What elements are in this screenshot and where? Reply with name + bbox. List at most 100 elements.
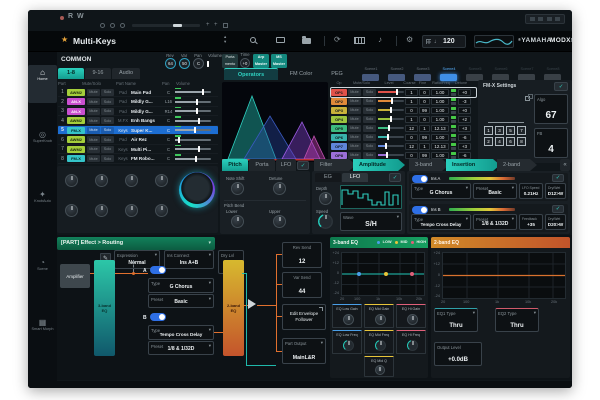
sidebar-item-scene[interactable]: ◔Scene bbox=[28, 255, 57, 289]
device-monitor-icon[interactable] bbox=[276, 37, 285, 43]
op-mute-button[interactable]: Mute bbox=[348, 116, 361, 123]
ins-b-chain-toggle[interactable] bbox=[150, 313, 166, 321]
part-volume-slider[interactable] bbox=[175, 129, 211, 131]
operator-row-1[interactable]: OP1 MuteSolo 1 0 1.00 +0 bbox=[331, 88, 476, 97]
op-solo-button[interactable]: Solo bbox=[363, 116, 376, 123]
tab-amplitude[interactable]: Amplitude bbox=[353, 159, 405, 171]
tab-audio[interactable]: Audio bbox=[112, 68, 140, 79]
operator-row-2[interactable]: OP2 MuteSolo 1 0 1.00 -3 bbox=[331, 97, 476, 106]
feedback-field[interactable]: FB 4 bbox=[534, 128, 568, 158]
amplitude-check-button[interactable]: ✓ bbox=[389, 173, 401, 182]
op-level-slider[interactable] bbox=[378, 100, 404, 102]
coarse-field[interactable]: 12 bbox=[405, 143, 418, 150]
routing-3band-eq-block[interactable]: 3-band EQ bbox=[94, 260, 115, 356]
eq-mid-handle[interactable] bbox=[384, 272, 388, 276]
music-note-icon[interactable]: ♪ bbox=[378, 35, 382, 44]
fine-field[interactable]: 0 bbox=[419, 89, 430, 96]
tab-filter[interactable]: Filter bbox=[314, 159, 356, 171]
common-label[interactable]: COMMON bbox=[61, 56, 91, 63]
pitch-check-button[interactable]: ✓ bbox=[297, 161, 309, 170]
solo-button[interactable]: Solo bbox=[101, 146, 114, 153]
mute-button[interactable]: Mute bbox=[87, 89, 100, 96]
op-solo-button[interactable]: Solo bbox=[363, 107, 376, 114]
fmx-enable-check-button[interactable]: ✓ bbox=[554, 82, 568, 91]
pan-value[interactable]: C bbox=[162, 90, 175, 95]
tab-2band[interactable]: 2-band bbox=[497, 159, 537, 171]
portamento-button[interactable]: Portamento bbox=[222, 54, 238, 68]
sidebar-item-knobauto[interactable]: ✦KnobAuto bbox=[28, 187, 57, 221]
op-mute-button[interactable]: Mute bbox=[348, 125, 361, 132]
fine-field[interactable]: 1 bbox=[419, 143, 430, 150]
chain-a-preset-select[interactable]: Preset▾Basic bbox=[148, 294, 214, 308]
part-row-1[interactable]: 1 AWM2 Mute Solo Pad Main Pad C bbox=[58, 88, 218, 97]
detune-field[interactable]: +3 bbox=[458, 143, 471, 150]
operator-row-4[interactable]: OP4 MuteSolo 1 0 1.00 +2 bbox=[331, 115, 476, 124]
op-mute-button[interactable]: Mute bbox=[348, 152, 361, 159]
tab-operators[interactable]: Operators bbox=[224, 68, 278, 80]
ratio-mode-toggle[interactable] bbox=[451, 125, 456, 132]
part-volume-slider[interactable] bbox=[175, 110, 211, 112]
solo-button[interactable]: Solo bbox=[101, 117, 114, 124]
ins-a-check-button[interactable]: ✓ bbox=[552, 174, 564, 182]
eq-hi-gain-knob[interactable]: EQ Hi Gain bbox=[396, 304, 426, 328]
op-level-slider[interactable] bbox=[378, 145, 404, 147]
routing-header-select[interactable]: [PART] Effect > Routing ▾ bbox=[57, 237, 215, 250]
solo-button[interactable]: Solo bbox=[101, 108, 114, 115]
detune-field[interactable]: -6 bbox=[458, 134, 471, 141]
chain-b-type-select[interactable]: Type▾Tempo Cross Delay bbox=[148, 325, 214, 340]
op-mute-button[interactable]: Mute bbox=[348, 89, 361, 96]
op-solo-button[interactable]: Solo bbox=[363, 143, 376, 150]
ratio-mode-toggle[interactable] bbox=[451, 89, 456, 96]
ratio-field[interactable]: 12.13 bbox=[431, 143, 449, 150]
pan-value[interactable]: C bbox=[162, 156, 175, 161]
scene-4-button[interactable] bbox=[440, 74, 457, 81]
assign-knob-3[interactable] bbox=[125, 174, 138, 187]
part-row-7[interactable]: 7 AWM2 Mute Solo Keys Multi Pi... C bbox=[58, 145, 218, 154]
host-box-icon[interactable] bbox=[223, 23, 228, 28]
ins-a-chain-toggle[interactable] bbox=[150, 266, 166, 274]
op-level-slider[interactable] bbox=[378, 118, 404, 120]
pan-value[interactable]: L16 bbox=[162, 99, 175, 104]
ratio-mode-toggle[interactable] bbox=[451, 107, 456, 114]
solo-button[interactable]: Solo bbox=[101, 155, 114, 162]
assign-knob-6[interactable] bbox=[95, 204, 108, 217]
algorithm-field[interactable]: Algo 67 bbox=[534, 94, 568, 124]
tab-3band[interactable]: 3-band bbox=[409, 159, 449, 171]
var-send-knob[interactable]: 50 bbox=[179, 58, 190, 69]
performance-stepper[interactable]: ▴▾ bbox=[224, 34, 226, 44]
eq-mid-q-knob[interactable]: EQ Mid Q bbox=[364, 356, 394, 377]
tab-porta[interactable]: Porta bbox=[249, 159, 275, 171]
fine-field[interactable]: 0 bbox=[419, 116, 430, 123]
coarse-field[interactable]: 1 bbox=[405, 98, 418, 105]
ins-connect-select[interactable]: Ins Connect▾Ins A+B bbox=[164, 250, 214, 269]
mute-button[interactable]: Mute bbox=[87, 146, 100, 153]
mute-button[interactable]: Mute bbox=[87, 136, 100, 143]
edit-icon[interactable] bbox=[525, 96, 530, 101]
solo-button[interactable]: Solo bbox=[101, 136, 114, 143]
host-scrollbar[interactable] bbox=[132, 24, 200, 27]
coarse-field[interactable]: 0 bbox=[405, 152, 418, 159]
bend-lower-knob[interactable] bbox=[231, 215, 244, 228]
part-volume-slider[interactable] bbox=[175, 91, 211, 93]
lfo-depth-knob[interactable] bbox=[319, 192, 332, 205]
record-automation-icon[interactable] bbox=[60, 16, 64, 20]
op-level-slider[interactable] bbox=[378, 136, 404, 138]
chain-a-type-select[interactable]: Type▾G Chorus bbox=[148, 278, 214, 293]
lfo-wave-select[interactable]: Wave ▾ S/H bbox=[340, 212, 402, 231]
rev-send-field[interactable]: Rev Send12 bbox=[282, 242, 322, 268]
subtab-eg[interactable]: EG bbox=[315, 173, 341, 182]
eq2-type-select[interactable]: EQ2 Type▾Thru bbox=[495, 308, 539, 332]
favorite-star-icon[interactable]: ★ bbox=[61, 35, 68, 44]
fine-field[interactable]: 99 bbox=[419, 134, 430, 141]
arp-master-button[interactable]: ArpMaster bbox=[253, 54, 269, 68]
assign-knob-1[interactable] bbox=[65, 174, 78, 187]
eq-high-handle[interactable] bbox=[410, 272, 414, 276]
solo-button[interactable]: Solo bbox=[101, 127, 114, 134]
scene-2-button[interactable] bbox=[388, 74, 405, 81]
fine-field[interactable]: 99 bbox=[419, 152, 430, 159]
op-solo-button[interactable]: Solo bbox=[363, 89, 376, 96]
operator-row-7[interactable]: OP7 MuteSolo 12 1 12.13 +3 bbox=[331, 142, 476, 151]
host-plus-icon[interactable]: + bbox=[206, 22, 212, 28]
tab-pitch[interactable]: Pitch bbox=[222, 159, 248, 171]
ins-b-type-select[interactable]: Type▾Tempo Cross Delay bbox=[411, 214, 471, 230]
